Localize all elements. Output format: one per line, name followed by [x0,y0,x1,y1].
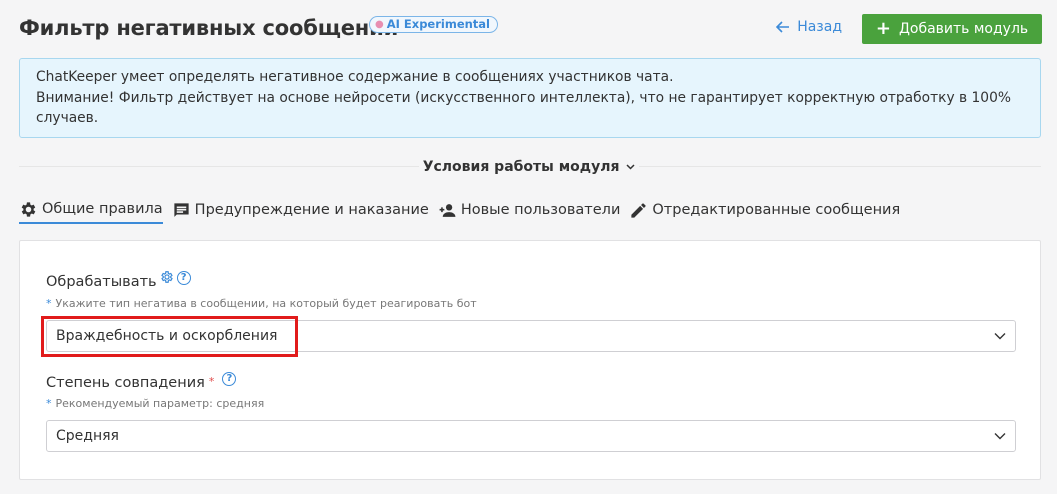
page-header: Фильтр негативных сообщений ● AI Experim… [19,14,1042,46]
required-mark: * [208,375,215,388]
match-level-select[interactable]: Средняя [46,420,1016,452]
back-link-label: Назад [797,19,842,35]
back-link[interactable]: Назад [776,19,842,35]
info-line-2: Внимание! Фильтр действует на основе ней… [36,89,1011,127]
plus-icon: + [875,18,891,39]
add-user-icon [439,203,456,217]
hint-bullet: * [46,297,52,310]
process-hint: * Укажите тип негатива в сообщении, на ко… [46,297,477,310]
match-hint: * Рекомендуемый параметр: средняя [46,397,265,410]
add-module-button[interactable]: + Добавить модуль [862,14,1042,44]
help-icon[interactable]: ? [222,372,237,386]
match-level-value: Средняя [56,428,119,444]
chevron-down-icon [994,333,1006,340]
tab-warning-punishment[interactable]: Предупреждение и наказание [172,196,429,224]
settings-gear-icon[interactable] [160,270,174,284]
tab-label: Новые пользователи [460,202,621,218]
settings-card: Обрабатывать ? * Укажите тип негатива в с… [19,240,1041,480]
message-icon [174,202,189,217]
add-module-label: Добавить модуль [898,21,1029,37]
tab-new-users[interactable]: Новые пользователи [438,196,621,224]
tab-general-rules[interactable]: Общие правила [19,196,163,224]
badge-label: AI Experimental [386,17,491,31]
tab-bar: Общие правила Предупреждение и наказание… [19,196,900,226]
pencil-icon [631,202,646,218]
arrow-left-icon [776,21,790,33]
hint-bullet: * [46,397,52,410]
chevron-down-icon [626,164,635,170]
help-icon[interactable]: ? [176,271,191,285]
module-conditions-toggle[interactable]: Условия работы модуля [419,156,639,178]
process-field-label: Обрабатывать ? [46,271,191,290]
tab-label: Предупреждение и наказание [194,202,429,218]
ai-experimental-badge: ● AI Experimental [369,16,499,33]
page-title: Фильтр негативных сообщений [19,16,399,40]
highlight-annotation [41,316,298,357]
info-notice: ChatKeeper умеет определять негативное с… [19,58,1041,138]
brain-icon: ● [375,19,384,30]
tab-label: Общие правила [42,201,163,217]
tab-edited-messages[interactable]: Отредактированные сообщения [629,196,900,224]
match-field-label: Степень совпадения * ? [46,372,237,391]
chevron-down-icon [994,433,1006,440]
info-line-1: ChatKeeper умеет определять негативное с… [36,69,674,85]
tab-label: Отредактированные сообщения [652,202,901,218]
conditions-label: Условия работы модуля [422,159,620,175]
gear-icon [21,201,36,217]
